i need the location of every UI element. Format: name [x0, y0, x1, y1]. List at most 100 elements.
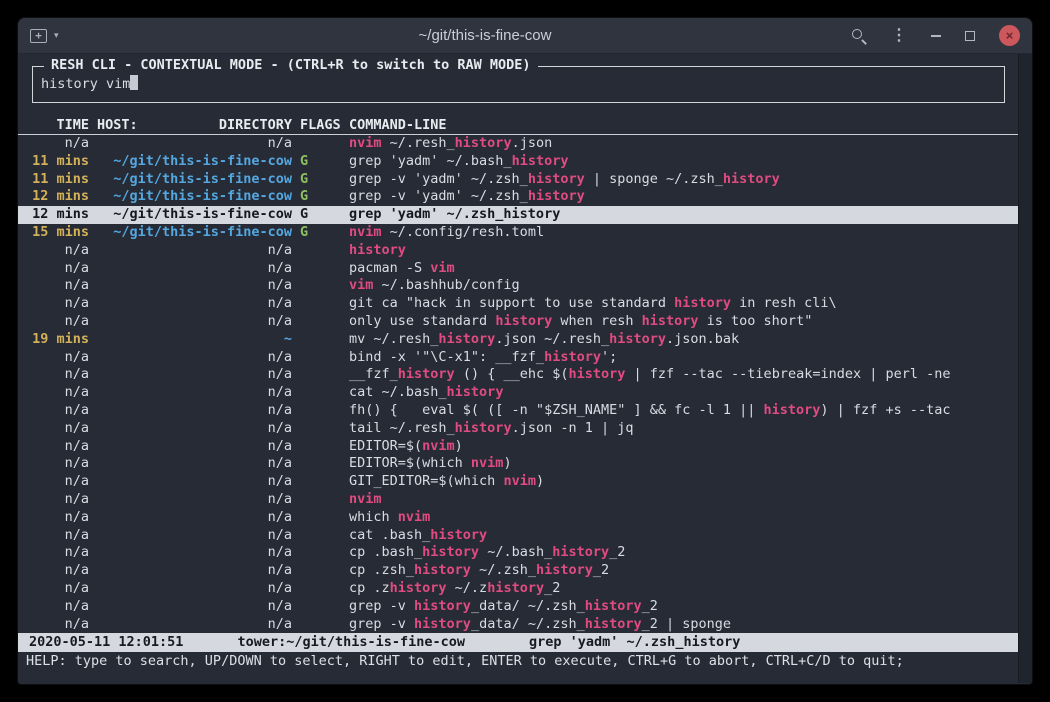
cell-time: n/a	[32, 135, 89, 153]
history-row[interactable]: 12 mins ~/git/this-is-fine-cow G grep 'y…	[18, 206, 1019, 224]
cell-time: n/a	[32, 242, 89, 260]
command-text: EDITOR=$(	[349, 438, 422, 454]
history-row[interactable]: n/a n/a cp .zsh_history ~/.zsh_history_2	[18, 562, 1019, 580]
history-row[interactable]: n/a n/a cp .zhistory ~/.zhistory_2	[18, 580, 1019, 598]
command-text: cp .zsh_	[349, 562, 414, 578]
titlebar: + ▾ ~/git/this-is-fine-cow ⋮ ×	[18, 18, 1032, 54]
history-row[interactable]: n/a n/a which nvim	[18, 509, 1019, 527]
history-row[interactable]: 19 mins ~ mv ~/.resh_history.json ~/.res…	[18, 331, 1019, 349]
command-text: when resh	[552, 313, 641, 329]
new-tab-icon[interactable]: +	[30, 29, 47, 43]
restore-icon[interactable]	[965, 31, 975, 41]
cell-time: 12 mins	[32, 188, 89, 206]
history-row[interactable]: 15 mins ~/git/this-is-fine-cow G nvim ~/…	[18, 224, 1019, 242]
cell-flags	[300, 331, 341, 349]
history-row[interactable]: n/a n/a cp .bash_history ~/.bash_history…	[18, 544, 1019, 562]
cell-hostdir: n/a	[97, 349, 292, 367]
command-text: )	[455, 438, 463, 454]
history-row[interactable]: n/a n/a cat ~/.bash_history	[18, 384, 1019, 402]
command-text: _2	[642, 598, 658, 614]
cell-flags: G	[300, 153, 341, 171]
menu-icon[interactable]: ⋮	[891, 28, 907, 44]
resh-cli: RESH CLI - CONTEXTUAL MODE - (CTRL+R to …	[18, 54, 1019, 671]
cell-flags	[300, 455, 341, 473]
cell-time: n/a	[32, 402, 89, 420]
cell-command: which nvim	[349, 509, 1003, 527]
command-text: )	[503, 455, 511, 471]
cell-command: GIT_EDITOR=$(which nvim)	[349, 473, 1003, 491]
close-button[interactable]: ×	[999, 25, 1020, 46]
cell-command: grep -v history_data/ ~/.zsh_history_2 |…	[349, 616, 1003, 634]
command-text: _2	[593, 562, 609, 578]
history-row[interactable]: n/a n/a EDITOR=$(nvim)	[18, 438, 1019, 456]
cell-command: cat ~/.bash_history	[349, 384, 1003, 402]
cell-time: n/a	[32, 491, 89, 509]
command-text: pacman -S	[349, 260, 430, 276]
cell-hostdir: n/a	[97, 277, 292, 295]
history-row[interactable]: n/a n/a nvim ~/.resh_history.json	[18, 135, 1019, 153]
command-highlight: history	[447, 384, 504, 400]
cell-command: grep 'yadm' ~/.zsh_history	[349, 206, 1003, 224]
command-highlight: history	[414, 616, 471, 632]
history-row[interactable]: n/a n/a fh() { eval $( ([ -n "$ZSH_NAME"…	[18, 402, 1019, 420]
header-host: HOST:	[97, 116, 138, 134]
tab-dropdown-caret-icon[interactable]: ▾	[54, 31, 59, 40]
cell-command: EDITOR=$(nvim)	[349, 438, 1003, 456]
command-highlight: history	[723, 171, 780, 187]
search-icon[interactable]	[850, 27, 867, 44]
history-row[interactable]: n/a n/a GIT_EDITOR=$(which nvim)	[18, 473, 1019, 491]
cell-command: cat .bash_history	[349, 527, 1003, 545]
history-row[interactable]: n/a n/a history	[18, 242, 1019, 260]
cell-hostdir: n/a	[97, 366, 292, 384]
cell-hostdir: ~/git/this-is-fine-cow	[97, 206, 292, 224]
history-row[interactable]: n/a n/a git ca "hack in support to use s…	[18, 295, 1019, 313]
command-text: grep -v	[349, 616, 414, 632]
history-row[interactable]: n/a n/a tail ~/.resh_history.json -n 1 |…	[18, 420, 1019, 438]
scrollbar[interactable]	[1018, 54, 1032, 683]
history-row[interactable]: n/a n/a EDITOR=$(which nvim)	[18, 455, 1019, 473]
command-text: cp .z	[349, 580, 390, 596]
cell-flags	[300, 544, 341, 562]
cell-hostdir: ~/git/this-is-fine-cow	[97, 188, 292, 206]
history-row[interactable]: n/a n/a grep -v history_data/ ~/.zsh_his…	[18, 616, 1019, 634]
history-row[interactable]: 12 mins ~/git/this-is-fine-cow G grep -v…	[18, 188, 1019, 206]
history-row[interactable]: 11 mins ~/git/this-is-fine-cow G grep -v…	[18, 171, 1019, 189]
cell-time: n/a	[32, 473, 89, 491]
cell-command: grep -v 'yadm' ~/.zsh_history	[349, 188, 1003, 206]
status-bar: 2020-05-11 12:01:51 tower:~/git/this-is-…	[18, 633, 1019, 652]
history-row[interactable]: n/a n/a only use standard history when r…	[18, 313, 1019, 331]
status-command: grep 'yadm' ~/.zsh_history	[529, 633, 740, 652]
header-flags: FLAGS	[300, 116, 341, 134]
command-highlight: history	[414, 562, 471, 578]
cell-time: n/a	[32, 349, 89, 367]
cell-flags	[300, 491, 341, 509]
terminal-window: + ▾ ~/git/this-is-fine-cow ⋮ × RESH CLI …	[18, 18, 1032, 684]
header-hostdir: HOST:DIRECTORY	[97, 116, 292, 134]
cell-command: grep -v 'yadm' ~/.zsh_history | sponge ~…	[349, 171, 1003, 189]
history-row[interactable]: 11 mins ~/git/this-is-fine-cow G grep 'y…	[18, 153, 1019, 171]
cell-command: history	[349, 242, 1003, 260]
command-text: git ca "hack in support to use standard	[349, 295, 674, 311]
cell-hostdir: n/a	[97, 616, 292, 634]
command-text: ~/.bash_	[479, 544, 552, 560]
cell-time: n/a	[32, 616, 89, 634]
cell-hostdir: n/a	[97, 260, 292, 278]
command-text: _data/ ~/.zsh_	[471, 616, 585, 632]
history-row[interactable]: n/a n/a vim ~/.bashhub/config	[18, 277, 1019, 295]
history-row[interactable]: n/a n/a grep -v history_data/ ~/.zsh_his…	[18, 598, 1019, 616]
cell-flags	[300, 473, 341, 491]
command-highlight: vim	[430, 260, 454, 276]
minimize-icon[interactable]	[931, 35, 941, 37]
history-row[interactable]: n/a n/a pacman -S vim	[18, 260, 1019, 278]
cell-command: grep -v history_data/ ~/.zsh_history_2	[349, 598, 1003, 616]
command-text: cat .bash_	[349, 527, 430, 543]
cell-hostdir: n/a	[97, 420, 292, 438]
cell-hostdir: ~	[97, 331, 292, 349]
history-row[interactable]: n/a n/a __fzf_history () { __ehc $(histo…	[18, 366, 1019, 384]
command-text: .json -n 1 | jq	[512, 420, 634, 436]
command-text: () { __ehc $(	[455, 366, 569, 382]
cell-hostdir: ~/git/this-is-fine-cow	[97, 224, 292, 242]
history-row[interactable]: n/a n/a cat .bash_history	[18, 527, 1019, 545]
history-row[interactable]: n/a n/a bind -x '"\C-x1": __fzf_history'…	[18, 349, 1019, 367]
history-row[interactable]: n/a n/a nvim	[18, 491, 1019, 509]
